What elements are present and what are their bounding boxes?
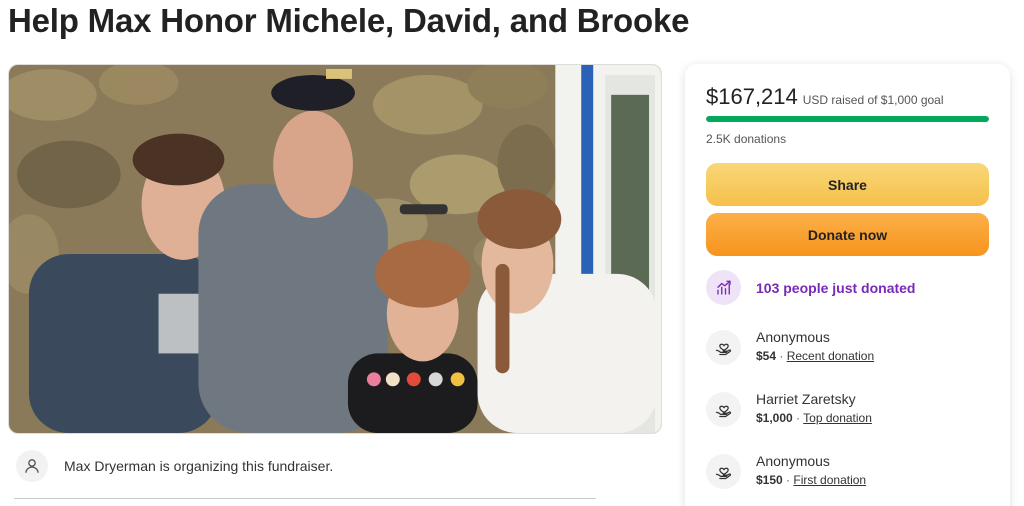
recent-donation-link[interactable]: Recent donation [787, 349, 874, 363]
donation-item: Harriet Zaretsky $1,000 · Top donation [706, 390, 872, 428]
progress-bar [706, 116, 989, 122]
donor-name: Anonymous [756, 453, 830, 469]
page-title: Help Max Honor Michele, David, and Brook… [8, 2, 690, 39]
progress-fill [706, 116, 989, 122]
donor-name: Harriet Zaretsky [756, 391, 856, 407]
donation-item: Anonymous $54 · Recent donation [706, 328, 874, 366]
donation-amount: $150 [756, 473, 783, 487]
user-icon [16, 450, 48, 482]
donation-item: Anonymous $150 · First donation [706, 452, 866, 490]
separator: · [786, 473, 791, 487]
trending-up-icon [706, 270, 741, 305]
organizer-row: Max Dryerman is organizing this fundrais… [16, 449, 596, 483]
donor-name: Anonymous [756, 329, 830, 345]
donation-amount: $1,000 [756, 411, 793, 425]
heart-hand-icon [706, 329, 741, 365]
family-photo-image [9, 65, 661, 433]
fundraiser-photo[interactable] [8, 64, 662, 434]
donation-count: 2.5K donations [706, 132, 787, 146]
donation-card: $167,214 USD raised of $1,000 goal 2.5K … [685, 64, 1010, 506]
separator: · [796, 411, 801, 425]
raised-summary: $167,214 USD raised of $1,000 goal [706, 84, 944, 110]
trend-text: 103 people just donated [756, 279, 916, 296]
heart-hand-icon [706, 453, 741, 489]
top-donation-link[interactable]: Top donation [803, 411, 872, 425]
separator: · [779, 349, 784, 363]
share-button[interactable]: Share [706, 163, 989, 206]
donate-now-button[interactable]: Donate now [706, 213, 989, 256]
divider [14, 498, 596, 499]
first-donation-link[interactable]: First donation [793, 473, 866, 487]
recent-activity: 103 people just donated [706, 270, 915, 305]
raised-goal-text: USD raised of $1,000 goal [802, 93, 944, 107]
donation-amount: $54 [756, 349, 777, 363]
raised-amount: $167,214 [706, 84, 798, 109]
heart-hand-icon [706, 391, 741, 427]
organizer-text: Max Dryerman is organizing this fundrais… [64, 458, 334, 474]
